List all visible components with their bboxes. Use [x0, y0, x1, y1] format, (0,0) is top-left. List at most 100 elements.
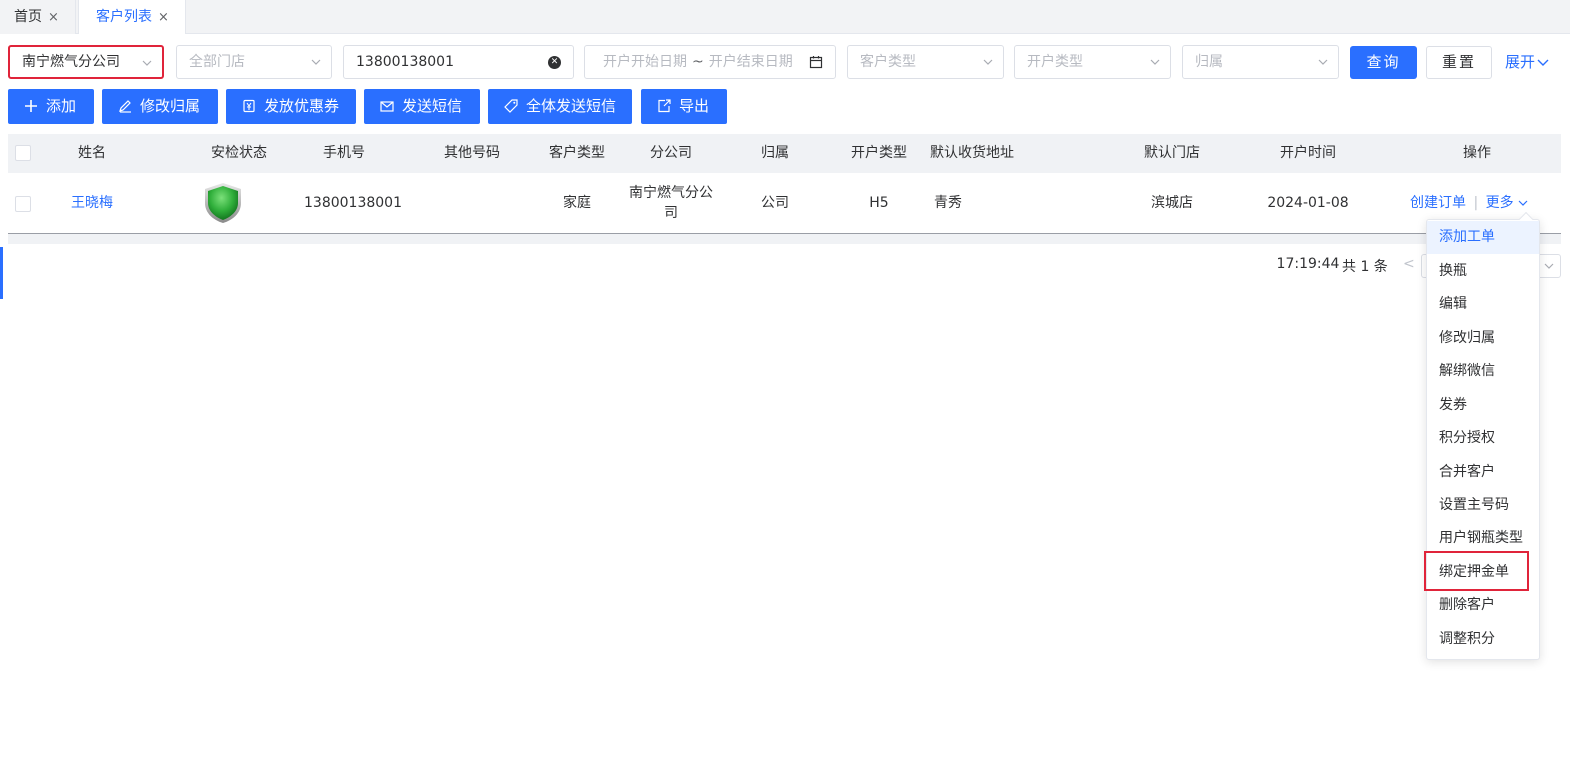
- store-select[interactable]: 全部门店: [176, 45, 332, 79]
- tab-home[interactable]: 首页 ×: [0, 0, 76, 34]
- menu-item-unbind-wechat[interactable]: 解绑微信: [1427, 355, 1539, 388]
- phone-cell: 13800138001: [304, 195, 402, 211]
- query-button[interactable]: 查询: [1350, 46, 1417, 79]
- menu-item-merge-customer[interactable]: 合并客户: [1427, 456, 1539, 489]
- send-sms-all-button[interactable]: 全体发送短信: [488, 89, 632, 124]
- chevron-down-icon: [142, 60, 152, 66]
- export-icon: [658, 99, 671, 113]
- open-date-range[interactable]: 开户开始日期 ~ 开户结束日期: [584, 45, 836, 79]
- issue-coupon-label: 发放优惠券: [264, 97, 340, 115]
- export-label: 导出: [679, 97, 710, 115]
- more-actions-dropdown[interactable]: 更多: [1486, 195, 1529, 211]
- action-separator: |: [1473, 195, 1479, 211]
- table-row: 王晓梅 13800138001 家庭 南宁燃气分公司 公司 H5 青秀 滨城店 …: [8, 173, 1561, 272]
- more-label: 更多: [1485, 195, 1514, 211]
- pagination-total: 共 1 条: [1342, 259, 1388, 275]
- tag-icon: [504, 99, 518, 113]
- phone-input-value: 13800138001: [356, 54, 454, 70]
- phone-input[interactable]: 13800138001 ✕: [343, 45, 574, 79]
- expand-filters-link[interactable]: 展开: [1505, 46, 1549, 79]
- edit-belong-label: 修改归属: [140, 97, 201, 115]
- chevron-down-icon: [1150, 59, 1160, 65]
- chevron-down-icon: [983, 59, 993, 65]
- scroll-indicator: [0, 247, 3, 299]
- table-footer: [8, 234, 1561, 244]
- store-select-placeholder: 全部门店: [189, 54, 245, 70]
- menu-item-swap-bottle[interactable]: 换瓶: [1427, 255, 1539, 288]
- date-start-placeholder: 开户开始日期: [603, 54, 687, 70]
- chevron-down-icon: [1544, 263, 1554, 269]
- mail-icon: [380, 101, 394, 112]
- add-button-label: 添加: [46, 97, 77, 115]
- chevron-down-icon: [311, 59, 321, 65]
- row-checkbox[interactable]: [15, 196, 31, 212]
- column-header-phone: 手机号: [323, 145, 365, 161]
- menu-item-edit-belong[interactable]: 修改归属: [1427, 322, 1539, 355]
- column-header-belong: 归属: [761, 145, 789, 161]
- column-header-store: 默认门店: [1144, 145, 1200, 161]
- open-type-placeholder: 开户类型: [1027, 54, 1083, 70]
- highlight-box: [1424, 551, 1529, 591]
- column-header-open-type: 开户类型: [851, 145, 907, 161]
- tab-customer-list-label: 客户列表: [96, 9, 152, 25]
- other-phone-cell: [432, 173, 512, 234]
- prev-page-button[interactable]: <: [1403, 256, 1415, 272]
- menu-item-add-ticket[interactable]: 添加工单: [1427, 221, 1539, 254]
- green-shield-icon: [205, 183, 241, 223]
- tab-home-label: 首页: [14, 9, 42, 25]
- menu-item-set-main-number[interactable]: 设置主号码: [1427, 489, 1539, 522]
- column-header-address: 默认收货地址: [930, 145, 1014, 161]
- address-cell: 青秀: [934, 195, 962, 211]
- customer-name-link[interactable]: 王晓梅: [56, 173, 128, 234]
- create-order-link[interactable]: 创建订单: [1410, 195, 1466, 211]
- chevron-down-icon: [1318, 59, 1328, 65]
- chevron-down-icon: [1537, 59, 1549, 66]
- open-type-select[interactable]: 开户类型: [1014, 45, 1171, 79]
- chevron-down-icon: [1518, 200, 1528, 206]
- add-button[interactable]: 添加: [8, 89, 94, 124]
- menu-item-issue-coupon[interactable]: 发券: [1427, 389, 1539, 422]
- send-sms-label: 发送短信: [402, 97, 463, 115]
- tab-bar: 首页 × 客户列表 ×: [0, 0, 1570, 34]
- menu-item-edit[interactable]: 编辑: [1427, 288, 1539, 321]
- branch-cell: 南宁燃气分公司: [629, 185, 713, 221]
- column-header-open-time: 开户时间: [1280, 145, 1336, 161]
- open-type-cell: H5: [869, 195, 889, 211]
- belong-placeholder: 归属: [1195, 54, 1223, 70]
- calendar-icon: [809, 56, 823, 69]
- belong-cell: 公司: [761, 195, 789, 211]
- company-select-value: 南宁燃气分公司: [22, 54, 120, 70]
- export-button[interactable]: 导出: [641, 89, 727, 124]
- menu-item-points-auth[interactable]: 积分授权: [1427, 422, 1539, 455]
- close-icon[interactable]: ×: [48, 10, 59, 25]
- send-sms-all-label: 全体发送短信: [526, 97, 617, 115]
- pencil-icon: [119, 100, 131, 113]
- reset-button[interactable]: 重置: [1426, 46, 1492, 79]
- column-header-customer-type: 客户类型: [549, 145, 605, 161]
- tab-customer-list[interactable]: 客户列表 ×: [78, 0, 186, 34]
- customer-type-select[interactable]: 客户类型: [847, 45, 1004, 79]
- belong-select[interactable]: 归属: [1182, 45, 1339, 79]
- close-icon[interactable]: ×: [158, 10, 169, 25]
- coupon-icon: [243, 99, 255, 113]
- table-header: 姓名 安检状态 手机号 其他号码 客户类型 分公司 归属 开户类型 默认收货地址…: [8, 134, 1561, 173]
- column-header-other-phone: 其他号码: [444, 145, 500, 161]
- send-sms-button[interactable]: 发送短信: [364, 89, 480, 124]
- inspection-status: [199, 173, 247, 234]
- edit-belong-button[interactable]: 修改归属: [102, 89, 218, 124]
- company-select[interactable]: 南宁燃气分公司: [8, 45, 164, 79]
- more-actions-menu: 添加工单 换瓶 编辑 修改归属 解绑微信 发券 积分授权 合并客户 设置主号码 …: [1426, 211, 1540, 660]
- menu-item-delete-customer[interactable]: 删除客户: [1427, 589, 1539, 622]
- issue-coupon-button[interactable]: 发放优惠券: [226, 89, 356, 124]
- expand-label: 展开: [1505, 53, 1536, 71]
- store-cell: 滨城店: [1151, 195, 1193, 211]
- plus-icon: [25, 100, 37, 112]
- date-end-placeholder: 开户结束日期: [708, 54, 793, 70]
- menu-item-adjust-points[interactable]: 调整积分: [1427, 623, 1539, 656]
- clear-icon[interactable]: ✕: [548, 56, 561, 69]
- column-header-name: 姓名: [78, 145, 106, 161]
- open-time-cell: 2024-01-08 17:19:44: [1267, 195, 1349, 272]
- column-header-inspection: 安检状态: [211, 145, 267, 161]
- customer-type-cell: 家庭: [563, 195, 591, 211]
- select-all-checkbox[interactable]: [15, 145, 31, 161]
